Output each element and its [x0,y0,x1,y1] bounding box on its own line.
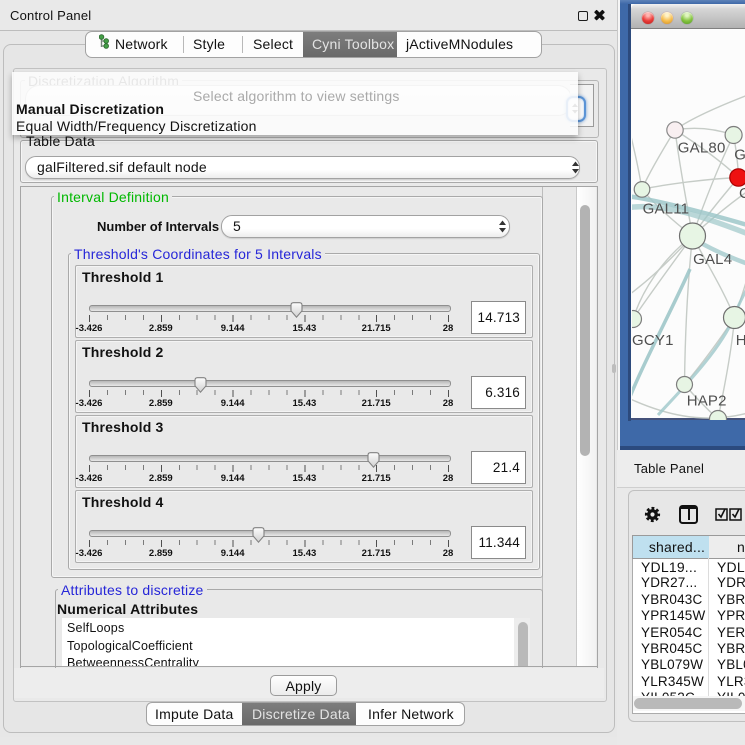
svg-text:GAL4: GAL4 [693,251,732,268]
svg-text:H: H [736,332,745,349]
svg-text:GCY1: GCY1 [632,332,674,349]
svg-text:HAP2: HAP2 [687,393,727,410]
svg-text:GA: GA [734,146,745,163]
svg-text:C: C [739,185,745,202]
svg-text:GAL80: GAL80 [678,139,726,156]
svg-text:GAL11: GAL11 [643,200,690,217]
